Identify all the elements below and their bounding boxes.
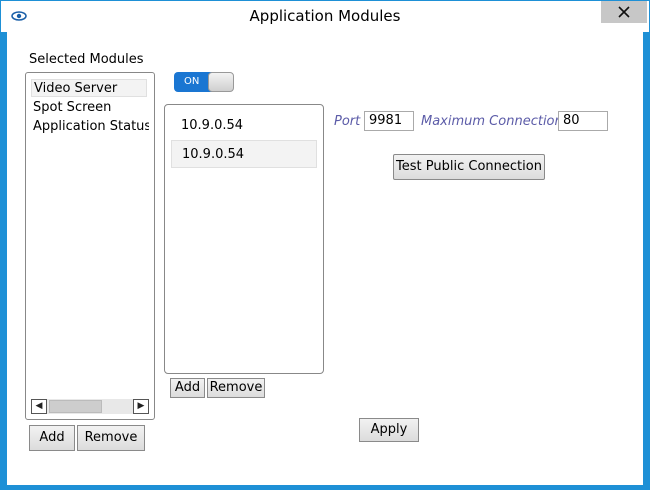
port-field[interactable]: 9981 bbox=[364, 111, 414, 131]
max-connections-field[interactable]: 80 bbox=[558, 111, 608, 131]
modules-list[interactable]: Video Server Spot Screen Application Sta… bbox=[25, 72, 155, 420]
window-title: Application Modules bbox=[249, 7, 401, 25]
title-bar[interactable]: Application Modules bbox=[1, 1, 649, 32]
scroll-left-icon[interactable]: ◀ bbox=[31, 399, 47, 414]
close-icon bbox=[618, 6, 630, 18]
selected-modules-label: Selected Modules bbox=[29, 52, 144, 67]
add-ip-button[interactable]: Add bbox=[170, 378, 205, 398]
remove-ip-button[interactable]: Remove bbox=[207, 378, 265, 398]
scroll-right-icon[interactable]: ▶ bbox=[133, 399, 149, 414]
client-area: Selected Modules Video Server Spot Scree… bbox=[7, 32, 643, 485]
on-off-toggle[interactable]: ON bbox=[174, 72, 234, 92]
list-item[interactable]: 10.9.0.54 bbox=[171, 112, 317, 140]
ip-list[interactable]: 10.9.0.54 10.9.0.54 bbox=[164, 104, 324, 374]
list-item[interactable]: Application Status I bbox=[31, 118, 149, 136]
horizontal-scrollbar[interactable]: ◀ ▶ bbox=[31, 399, 149, 414]
add-module-button[interactable]: Add bbox=[29, 425, 75, 451]
close-button[interactable] bbox=[601, 1, 647, 23]
port-label: Port bbox=[334, 114, 361, 129]
apply-button[interactable]: Apply bbox=[359, 418, 419, 442]
list-item[interactable]: Video Server bbox=[31, 79, 147, 97]
test-public-connection-button[interactable]: Test Public Connection bbox=[393, 154, 545, 180]
scrollbar-thumb[interactable] bbox=[49, 400, 102, 413]
list-item[interactable]: 10.9.0.54 bbox=[171, 140, 317, 168]
toggle-knob[interactable] bbox=[208, 72, 234, 92]
list-item[interactable]: Spot Screen bbox=[31, 99, 149, 117]
remove-module-button[interactable]: Remove bbox=[77, 425, 145, 451]
max-connections-label: Maximum Connections bbox=[421, 114, 570, 129]
app-window: Application Modules Selected Modules Vid… bbox=[0, 0, 650, 490]
